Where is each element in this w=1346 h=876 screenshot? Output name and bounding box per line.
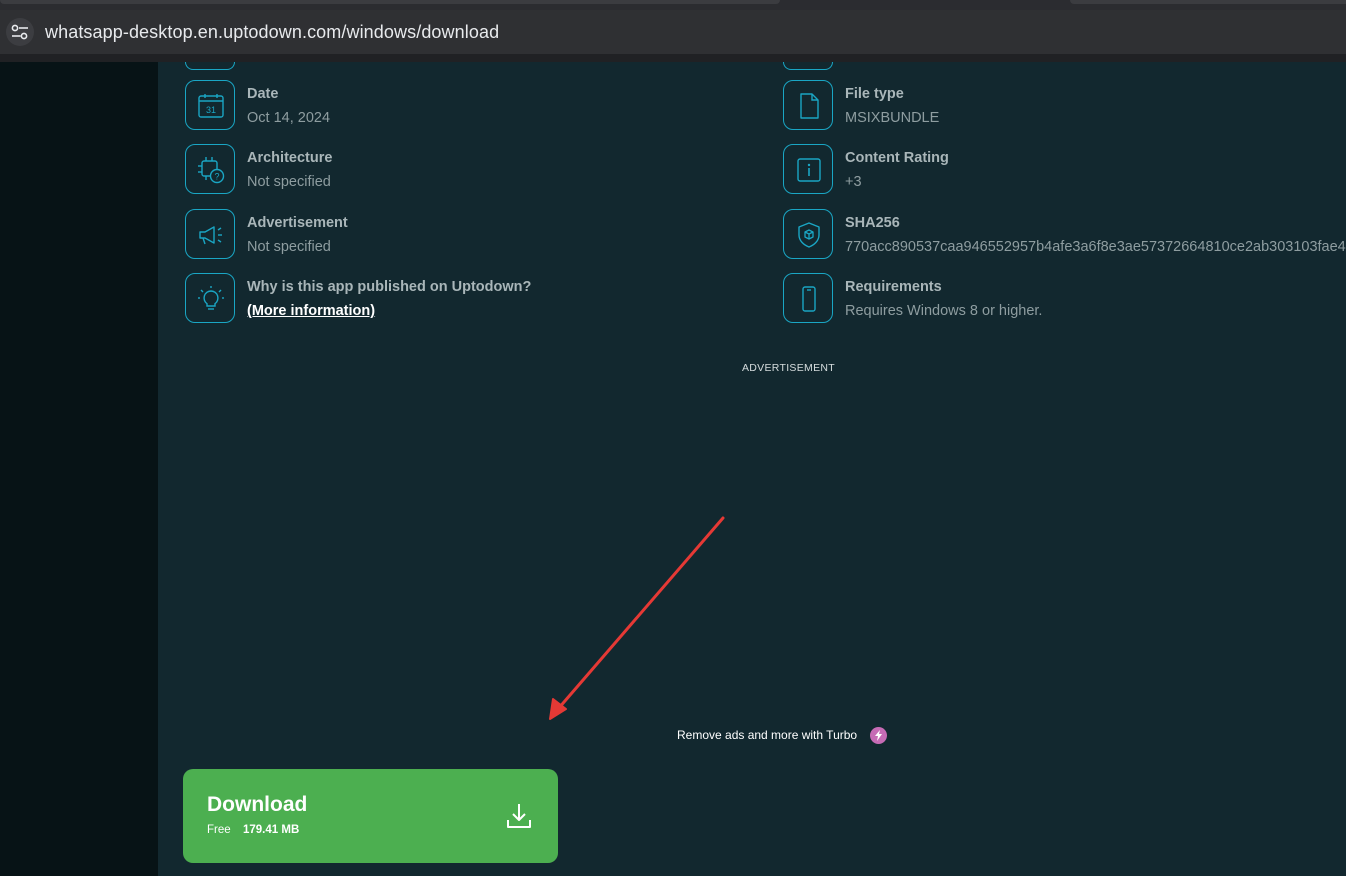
turbo-promo-link[interactable]: Remove ads and more with Turbo: [677, 728, 857, 742]
download-price: Free: [207, 824, 231, 836]
lightning-icon[interactable]: [870, 727, 887, 744]
red-arrow-annotation: [549, 516, 725, 720]
download-icon: [507, 804, 531, 828]
download-size: 179.41 MB: [243, 824, 300, 836]
download-title: Download: [207, 793, 308, 816]
download-button[interactable]: Download Free 179.41 MB: [183, 769, 558, 863]
